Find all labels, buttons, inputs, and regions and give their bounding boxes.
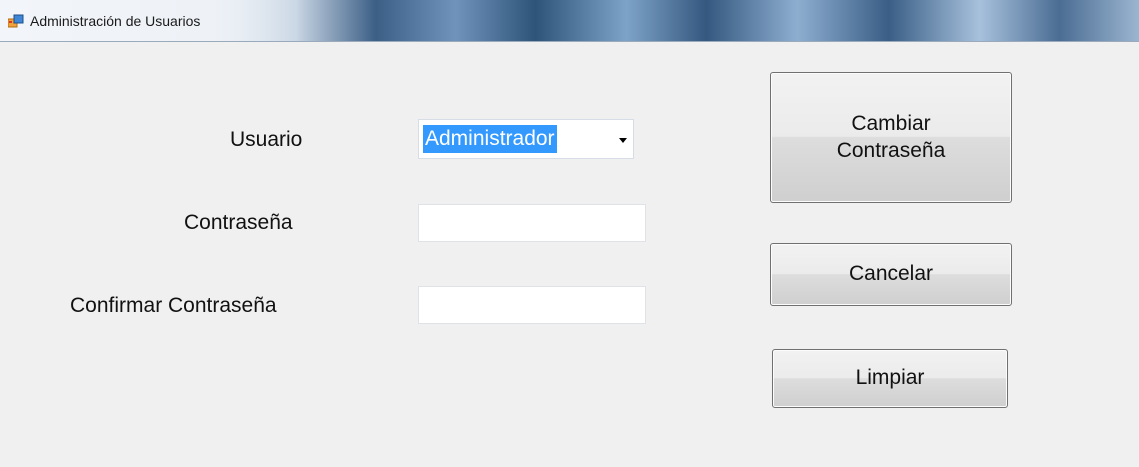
cancelar-label: Cancelar [848,262,934,286]
confirmar-contrasena-field[interactable] [418,286,646,324]
cambiar-contrasena-button[interactable]: Cambiar Contraseña [770,72,1012,203]
contrasena-label: Contraseña [184,211,293,234]
cambiar-contrasena-label-line2: Contraseña [836,138,946,162]
limpiar-button[interactable]: Limpiar [772,349,1008,408]
limpiar-label: Limpiar [855,366,925,390]
usuario-label: Usuario [230,128,303,151]
dropdown-arrow-icon[interactable] [619,138,627,143]
usuario-combobox[interactable]: Administrador [418,119,634,159]
usuario-selected-value: Administrador [423,125,557,153]
windows-form-icon [8,14,24,28]
window-title: Administración de Usuarios [30,13,201,29]
cancelar-button[interactable]: Cancelar [770,243,1012,306]
cambiar-contrasena-label-line1: Cambiar [851,112,931,136]
user-admin-window: Administración de Usuarios Usuario Admin… [0,0,1139,467]
title-bar[interactable]: Administración de Usuarios [0,0,1139,42]
contrasena-field[interactable] [418,204,646,242]
confirmar-contrasena-label: Confirmar Contraseña [70,294,277,317]
